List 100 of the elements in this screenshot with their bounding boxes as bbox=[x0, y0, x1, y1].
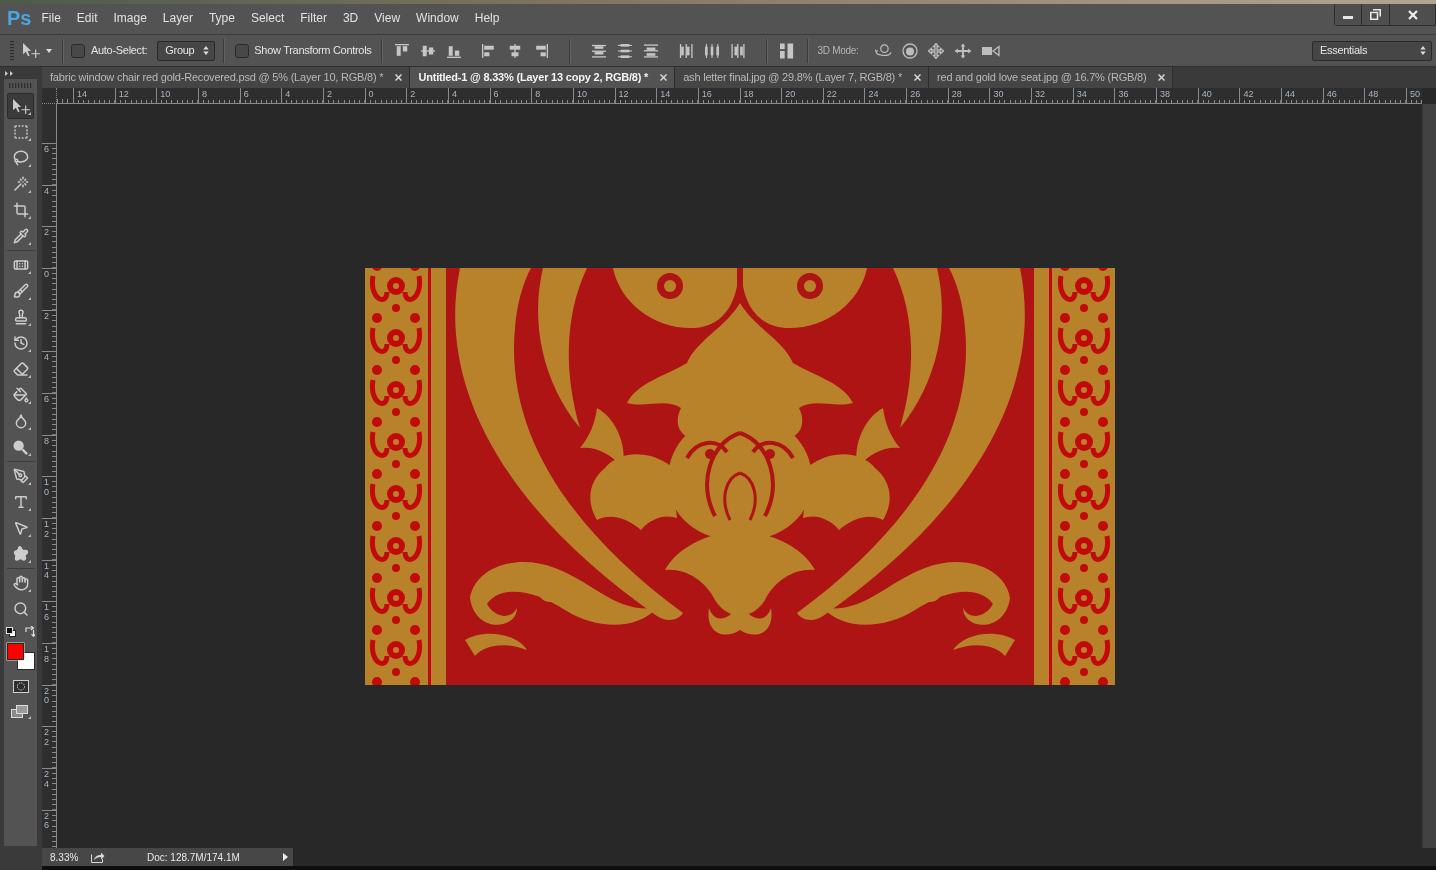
close-icon[interactable] bbox=[395, 74, 403, 81]
ruler-label: 10 bbox=[160, 89, 171, 99]
ruler-label: 14 bbox=[44, 561, 49, 582]
ruler-label: 4 bbox=[451, 89, 457, 99]
menu-item[interactable]: File bbox=[33, 10, 69, 26]
ruler-label: 22 bbox=[826, 89, 837, 99]
ruler-label: 8 bbox=[44, 436, 49, 447]
menu-item[interactable]: Image bbox=[105, 10, 155, 26]
menu-item[interactable]: View bbox=[366, 10, 409, 26]
brush-icon bbox=[12, 283, 29, 299]
ruler-label: 18 bbox=[743, 89, 754, 99]
ruler-label: 48 bbox=[1368, 89, 1379, 99]
ruler-label: 16 bbox=[701, 89, 712, 99]
document-tab[interactable]: ash letter final.jpg @ 29.8% (Layer 7, RGB/8) * bbox=[675, 67, 929, 88]
document-tab[interactable]: red and gold love seat.jpg @ 16.7% (RGB/8) bbox=[929, 67, 1174, 88]
ruler-label: 30 bbox=[993, 89, 1004, 99]
grip-icon[interactable] bbox=[10, 40, 14, 61]
ruler-label: 50 bbox=[1410, 89, 1420, 99]
close-icon[interactable] bbox=[660, 74, 668, 81]
document-tab[interactable]: Untitled-1 @ 8.33% (Layer 13 copy 2, RGB/8) * bbox=[410, 67, 676, 88]
ruler-label: 20 bbox=[785, 89, 796, 99]
type-icon bbox=[12, 494, 29, 510]
vertical-scrollbar[interactable] bbox=[1422, 104, 1436, 848]
ruler-label: 24 bbox=[44, 769, 49, 790]
distribute-top-icon[interactable] bbox=[591, 43, 606, 58]
zoom-field[interactable]: 8.33% bbox=[50, 849, 84, 865]
ruler-label: 10 bbox=[576, 89, 587, 99]
ruler-label: 12 bbox=[618, 89, 629, 99]
ruler-label: 6 bbox=[44, 394, 49, 405]
auto-select-label: Auto-Select: bbox=[91, 43, 148, 59]
distribute-right-icon[interactable] bbox=[730, 43, 745, 58]
ruler-label: 0 bbox=[368, 89, 374, 99]
menu-item[interactable]: 3D bbox=[334, 10, 367, 26]
close-button[interactable] bbox=[1390, 4, 1435, 25]
ruler-label: 14 bbox=[77, 89, 87, 99]
tool-button[interactable] bbox=[7, 93, 34, 119]
align-middle-icon[interactable] bbox=[420, 43, 435, 58]
align-top-icon[interactable] bbox=[394, 43, 409, 58]
ruler-label: 12 bbox=[44, 519, 49, 540]
transform-controls-checkbox[interactable] bbox=[235, 43, 250, 58]
arrow-cross-icon bbox=[11, 98, 30, 114]
ruler-label: 2 bbox=[44, 311, 49, 322]
orbit-icon[interactable] bbox=[874, 44, 892, 57]
share-icon[interactable] bbox=[91, 851, 105, 863]
ruler-label: 8 bbox=[201, 89, 207, 99]
ruler-label: 4 bbox=[285, 89, 291, 99]
menu-item[interactable]: Help bbox=[466, 10, 508, 26]
magnifier-icon bbox=[12, 601, 29, 617]
menu-item[interactable]: Layer bbox=[154, 10, 201, 26]
triangle-right-icon[interactable] bbox=[283, 853, 288, 861]
ruler-label: 2 bbox=[410, 89, 416, 99]
auto-select-checkbox[interactable] bbox=[71, 43, 85, 58]
align-center-icon[interactable] bbox=[507, 43, 522, 58]
restore-button[interactable] bbox=[1362, 4, 1390, 25]
align-bottom-icon[interactable] bbox=[446, 43, 461, 58]
auto-align-icon[interactable] bbox=[779, 42, 795, 59]
align-right-icon[interactable] bbox=[533, 43, 548, 58]
screen-mode-icon[interactable] bbox=[10, 705, 31, 719]
lollipop-icon bbox=[13, 439, 28, 455]
ring-icon[interactable] bbox=[901, 42, 918, 59]
grip-icon[interactable] bbox=[8, 82, 33, 88]
move-arrows-icon[interactable] bbox=[953, 42, 972, 59]
ruler-label: 16 bbox=[44, 603, 49, 623]
workspace-dropdown[interactable]: Essentials bbox=[1312, 40, 1432, 61]
double-arrow-icon[interactable] bbox=[5, 70, 14, 76]
ruler-label: 20 bbox=[44, 686, 49, 707]
color-swatches-icon[interactable] bbox=[6, 642, 35, 670]
close-icon[interactable] bbox=[914, 74, 921, 81]
minimize-button[interactable] bbox=[1335, 4, 1362, 25]
default-colors-icon[interactable] bbox=[6, 626, 16, 637]
hand-icon bbox=[12, 575, 29, 591]
ruler-label: 22 bbox=[44, 728, 49, 748]
distribute-center-icon[interactable] bbox=[704, 43, 719, 58]
four-arrows-icon[interactable] bbox=[927, 42, 944, 59]
history-icon bbox=[12, 335, 29, 351]
ruler-label: 34 bbox=[1076, 89, 1087, 99]
auto-select-dropdown[interactable]: Group bbox=[157, 40, 216, 61]
video-camera-icon[interactable] bbox=[981, 44, 1000, 57]
quick-mask-icon[interactable] bbox=[12, 680, 29, 693]
distribute-left-icon[interactable] bbox=[678, 43, 693, 58]
close-icon[interactable] bbox=[1158, 74, 1166, 81]
menu-item[interactable]: Window bbox=[408, 10, 467, 26]
swap-arrows-icon[interactable] bbox=[25, 626, 35, 637]
menu-item[interactable]: Edit bbox=[68, 10, 106, 26]
menu-item[interactable]: Type bbox=[200, 10, 243, 26]
menu-item[interactable]: Select bbox=[242, 10, 293, 26]
ruler-label: 28 bbox=[951, 89, 962, 99]
ruler-label: 24 bbox=[868, 89, 879, 99]
restore-icon bbox=[1370, 9, 1381, 20]
ruler-label: 10 bbox=[44, 478, 49, 499]
menu-item[interactable]: Filter bbox=[292, 10, 335, 26]
paint-bucket-icon bbox=[12, 387, 29, 403]
close-icon bbox=[1407, 9, 1418, 20]
bandage-icon bbox=[12, 257, 29, 273]
distribute-bottom-icon[interactable] bbox=[643, 43, 658, 58]
document-tab[interactable]: fabric window chair red gold-Recovered.psd @ 5% (Layer 10, RGB/8) * bbox=[42, 67, 411, 88]
distribute-middle-icon[interactable] bbox=[617, 43, 632, 58]
ruler-label: 0 bbox=[44, 269, 49, 280]
ruler-label: 4 bbox=[44, 353, 49, 364]
align-left-icon[interactable] bbox=[481, 43, 496, 58]
